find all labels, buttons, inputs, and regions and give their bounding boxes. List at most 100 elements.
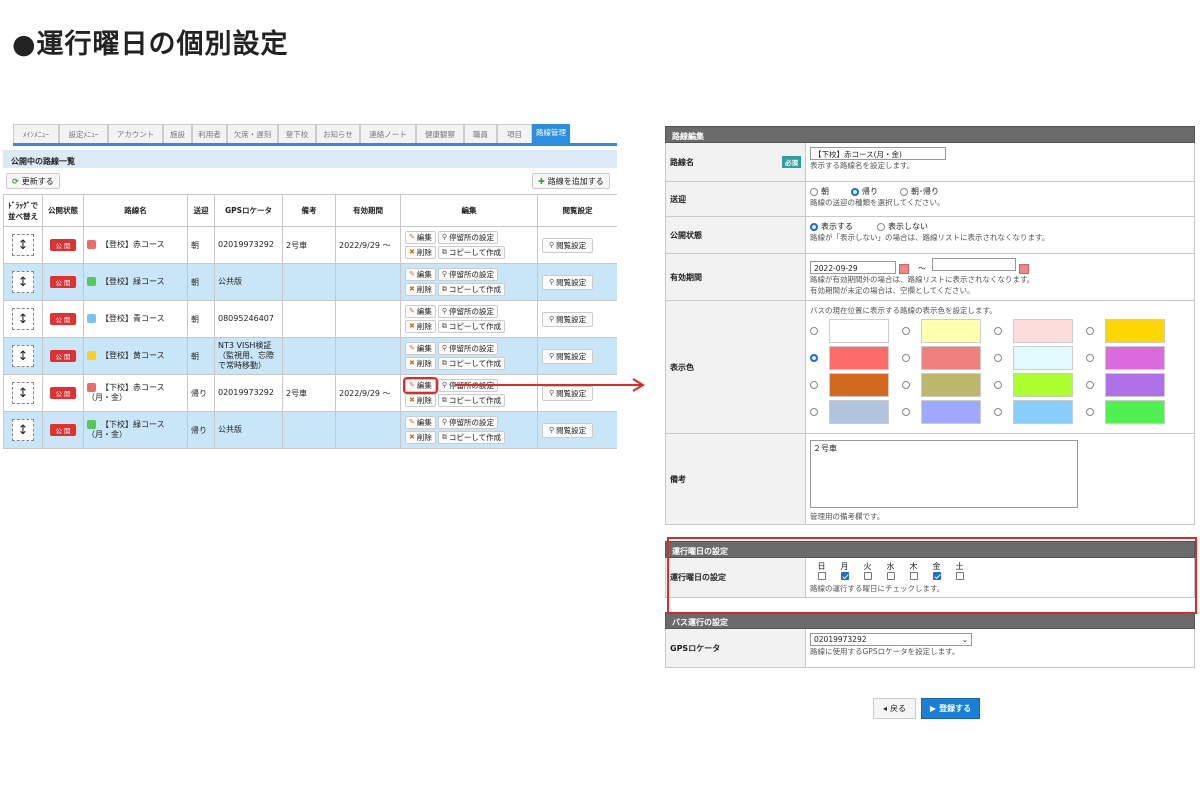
tab-11[interactable]: 項目 xyxy=(497,124,532,143)
save-button[interactable]: ▶ 登録する xyxy=(921,698,980,719)
copy-button[interactable]: ⧉ コピーして作成 xyxy=(437,357,506,371)
edit-button[interactable]: ✎ 編集 xyxy=(403,376,438,394)
color-option[interactable] xyxy=(810,400,902,424)
radio-button[interactable] xyxy=(810,222,818,231)
color-radio[interactable] xyxy=(994,381,1002,389)
radio-button[interactable] xyxy=(810,187,818,196)
drag-handle-icon[interactable]: ↕ xyxy=(12,382,34,404)
radio-button[interactable] xyxy=(851,187,859,196)
color-radio[interactable] xyxy=(810,327,818,335)
color-option[interactable] xyxy=(1086,319,1178,343)
drag-handle-icon[interactable]: ↕ xyxy=(12,271,34,293)
tab-0[interactable]: ﾒｲﾝﾒﾆｭｰ xyxy=(13,124,59,143)
radio-button[interactable] xyxy=(877,222,885,231)
tab-1[interactable]: 設定ﾒﾆｭｰ xyxy=(59,124,108,143)
view-setting-button[interactable]: ⚲ 閲覧設定 xyxy=(542,237,594,253)
drag-handle-icon[interactable]: ↕ xyxy=(12,308,34,330)
color-option[interactable] xyxy=(994,319,1086,343)
tab-9[interactable]: 健康観察 xyxy=(416,124,464,143)
stop-setting-button[interactable]: ⚲停留所の設定 xyxy=(437,341,499,355)
view-setting-button[interactable]: ⚲ 閲覧設定 xyxy=(542,311,594,327)
color-radio[interactable] xyxy=(1086,408,1094,416)
tab-2[interactable]: アカウント xyxy=(108,124,163,143)
color-option[interactable] xyxy=(994,346,1086,370)
color-option[interactable] xyxy=(902,346,994,370)
color-radio[interactable] xyxy=(994,327,1002,335)
color-option[interactable] xyxy=(994,373,1086,397)
edit-button[interactable]: ✎ 編集 xyxy=(405,304,436,318)
copy-button[interactable]: ⧉ コピーして作成 xyxy=(437,394,506,408)
tab-10[interactable]: 職員 xyxy=(464,124,497,143)
color-option[interactable] xyxy=(810,346,902,370)
radio-option[interactable]: 表示しない xyxy=(877,222,928,231)
stop-setting-button[interactable]: ⚲停留所の設定 xyxy=(437,415,499,429)
radio-option[interactable]: 朝･帰り xyxy=(900,187,939,196)
edit-button[interactable]: ✎ 編集 xyxy=(405,415,436,429)
drag-handle-icon[interactable]: ↕ xyxy=(12,234,34,256)
tab-7[interactable]: お知らせ xyxy=(316,124,360,143)
edit-button[interactable]: ✎ 編集 xyxy=(405,230,436,244)
memo-textarea[interactable]: ２号車 xyxy=(810,440,1078,508)
copy-button[interactable]: ⧉ コピーして作成 xyxy=(437,320,506,334)
tab-8[interactable]: 連絡ノート xyxy=(360,124,416,143)
view-setting-button[interactable]: ⚲ 閲覧設定 xyxy=(542,422,594,438)
color-radio[interactable] xyxy=(1086,327,1094,335)
stop-setting-button[interactable]: ⚲停留所の設定 xyxy=(437,230,499,244)
color-option[interactable] xyxy=(902,400,994,424)
radio-option[interactable]: 帰り xyxy=(851,187,878,196)
tab-5[interactable]: 欠席・遅刻 xyxy=(227,124,278,143)
view-setting-button[interactable]: ⚲ 閲覧設定 xyxy=(542,348,594,364)
delete-button[interactable]: ✖ 削除 xyxy=(405,356,436,370)
tab-12[interactable]: 路線管理 xyxy=(532,124,570,143)
delete-button[interactable]: ✖ 削除 xyxy=(405,245,436,259)
drag-handle-icon[interactable]: ↕ xyxy=(12,419,34,441)
color-option[interactable] xyxy=(1086,346,1178,370)
color-radio[interactable] xyxy=(1086,354,1094,362)
color-radio[interactable] xyxy=(902,408,910,416)
copy-button[interactable]: ⧉ コピーして作成 xyxy=(437,431,506,445)
color-radio[interactable] xyxy=(810,354,818,362)
color-radio[interactable] xyxy=(994,354,1002,362)
color-option[interactable] xyxy=(1086,400,1178,424)
radio-option[interactable]: 表示する xyxy=(810,222,853,231)
tab-3[interactable]: 施設 xyxy=(163,124,192,143)
color-option[interactable] xyxy=(1086,373,1178,397)
color-radio[interactable] xyxy=(902,327,910,335)
color-option[interactable] xyxy=(902,319,994,343)
period-end-input[interactable] xyxy=(932,258,1016,271)
copy-button[interactable]: ⧉ コピーして作成 xyxy=(437,283,506,297)
edit-button[interactable]: ✎ 編集 xyxy=(405,341,436,355)
add-route-button[interactable]: ✚ 路線を追加する xyxy=(532,173,610,189)
calendar-icon[interactable] xyxy=(1019,263,1029,274)
calendar-icon[interactable] xyxy=(899,263,909,274)
radio-option[interactable]: 朝 xyxy=(810,187,829,196)
stop-setting-button[interactable]: ⚲停留所の設定 xyxy=(437,267,499,281)
color-option[interactable] xyxy=(810,319,902,343)
color-radio[interactable] xyxy=(902,354,910,362)
edit-button[interactable]: ✎ 編集 xyxy=(405,267,436,281)
radio-button[interactable] xyxy=(900,187,908,196)
color-option[interactable] xyxy=(902,373,994,397)
color-option[interactable] xyxy=(994,400,1086,424)
period-start-input[interactable]: 2022-09-29 xyxy=(810,261,896,274)
copy-button[interactable]: ⧉ コピーして作成 xyxy=(437,246,506,260)
color-option[interactable] xyxy=(810,373,902,397)
delete-button[interactable]: ✖ 削除 xyxy=(405,393,436,407)
tab-4[interactable]: 利用者 xyxy=(192,124,227,143)
color-radio[interactable] xyxy=(994,408,1002,416)
color-radio[interactable] xyxy=(1086,381,1094,389)
refresh-button[interactable]: ⟳ 更新する xyxy=(6,173,60,189)
gps-select[interactable]: 02019973292 ⌄ xyxy=(810,633,972,646)
tab-6[interactable]: 登下校 xyxy=(278,124,316,143)
route-name-input[interactable]: 【下校】赤コース(月・金) xyxy=(810,147,946,160)
stop-setting-button[interactable]: ⚲停留所の設定 xyxy=(437,304,499,318)
delete-button[interactable]: ✖ 削除 xyxy=(405,282,436,296)
drag-handle-icon[interactable]: ↕ xyxy=(12,345,34,367)
view-setting-button[interactable]: ⚲ 閲覧設定 xyxy=(542,274,594,290)
delete-button[interactable]: ✖ 削除 xyxy=(405,430,436,444)
delete-button[interactable]: ✖ 削除 xyxy=(405,319,436,333)
back-button[interactable]: ◂ 戻る xyxy=(873,698,916,719)
color-radio[interactable] xyxy=(810,381,818,389)
color-radio[interactable] xyxy=(810,408,818,416)
color-radio[interactable] xyxy=(902,381,910,389)
